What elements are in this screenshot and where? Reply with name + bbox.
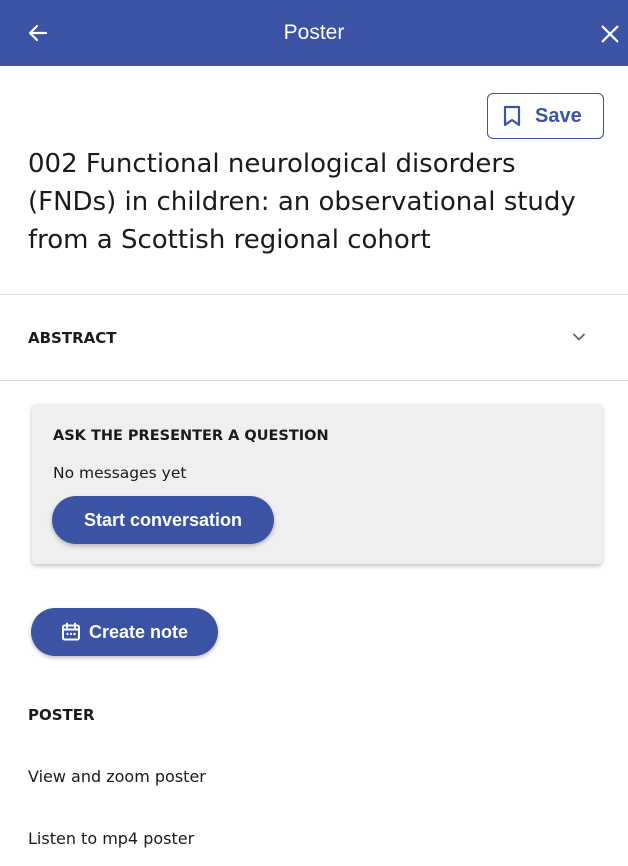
ask-presenter-card: ASK THE PRESENTER A QUESTION No messages… [32, 404, 602, 564]
chevron-down-icon [573, 333, 585, 341]
save-button[interactable]: Save [487, 93, 604, 139]
save-button-label: Save [535, 104, 582, 127]
app-bar: Poster [0, 0, 628, 66]
start-conversation-button[interactable]: Start conversation [52, 496, 274, 544]
divider [0, 380, 628, 381]
close-icon[interactable] [599, 23, 621, 45]
no-messages-text: No messages yet [53, 464, 187, 482]
view-zoom-poster-link[interactable]: View and zoom poster [28, 767, 206, 786]
abstract-label: ABSTRACT [28, 329, 117, 347]
create-note-label: Create note [88, 621, 189, 642]
abstract-accordion[interactable]: ABSTRACT [0, 295, 628, 380]
listen-mp4-poster-link[interactable]: Listen to mp4 poster [28, 829, 194, 848]
ask-presenter-heading: ASK THE PRESENTER A QUESTION [53, 428, 329, 444]
create-note-button[interactable]: Create note [31, 608, 218, 656]
poster-title: 002 Functional neurological disorders (F… [28, 149, 576, 255]
app-bar-title: Poster [283, 21, 345, 44]
poster-section-label: POSTER [28, 706, 95, 724]
calendar-icon [61, 622, 80, 641]
bookmark-icon [503, 105, 521, 127]
